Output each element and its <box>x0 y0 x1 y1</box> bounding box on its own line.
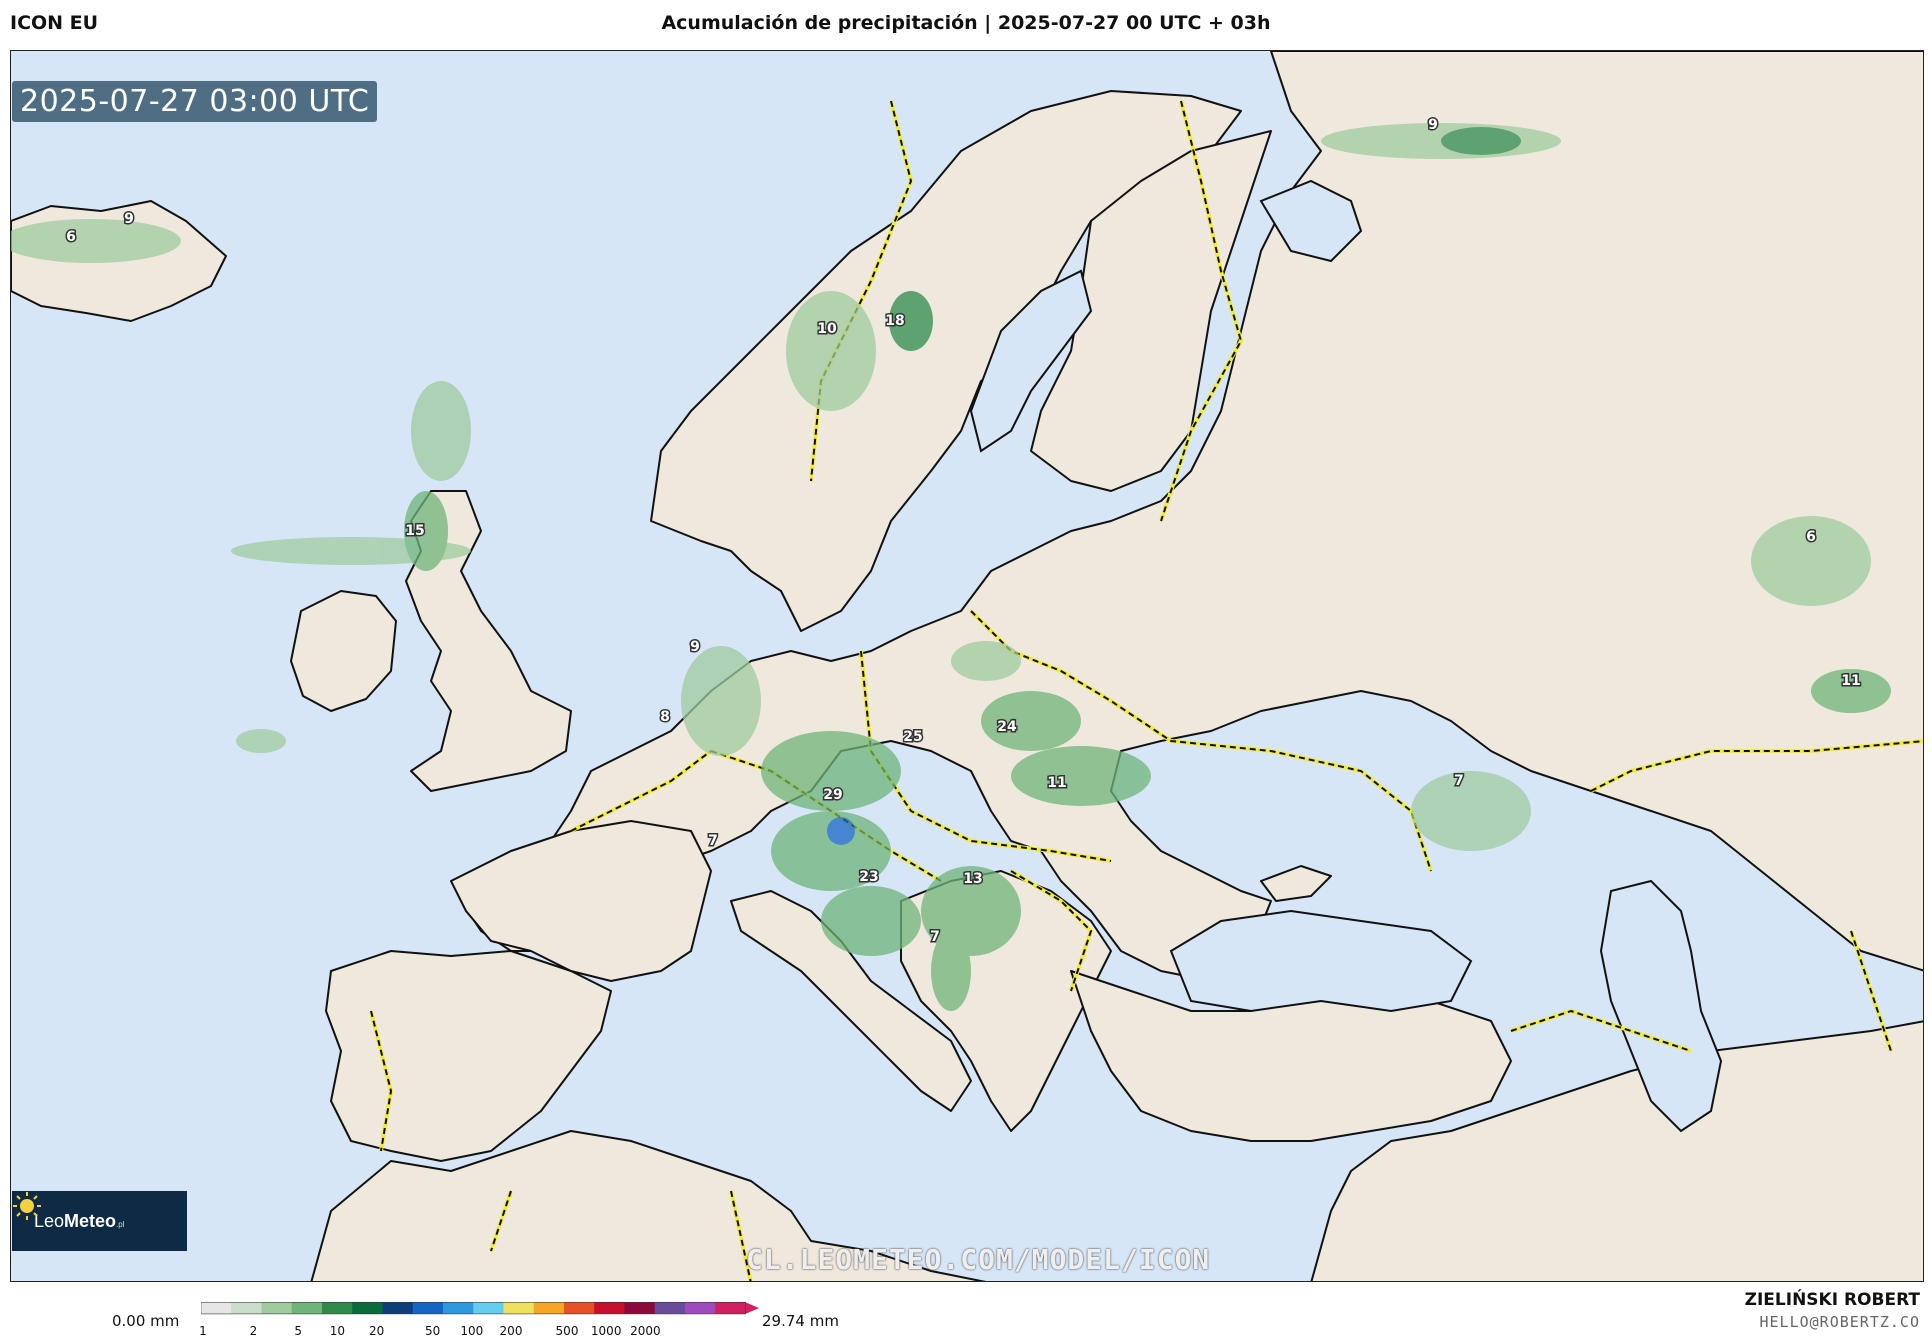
precip-label: 29 <box>823 787 842 803</box>
precip-label: 6 <box>1806 529 1816 545</box>
map-canvas: 6 9 9 10 18 15 9 8 25 24 29 11 7 23 13 7… <box>11 51 1923 1281</box>
colorbar-tick-label: 1000 <box>590 1324 622 1338</box>
precip-label: 15 <box>405 523 424 539</box>
colorbar-tick-label: 10 <box>329 1324 346 1338</box>
precip-label: 8 <box>660 709 670 725</box>
colorbar-segment <box>563 1302 595 1314</box>
legend-max-value: 29.74 mm <box>762 1312 839 1330</box>
legend-min-value: 0.00 mm <box>112 1312 180 1330</box>
colorbar-segment <box>352 1302 383 1314</box>
precip-label: 25 <box>903 729 922 745</box>
colorbar-tick-label: 2 <box>249 1324 258 1338</box>
precipitation-map[interactable]: 6 9 9 10 18 15 9 8 25 24 29 11 7 23 13 7… <box>10 50 1924 1282</box>
precip-label: 7 <box>1454 773 1464 789</box>
watermark-url: CL.LEOMETEO.COM/MODEL/ICON <box>746 1243 1211 1276</box>
colorbar-segment <box>594 1302 625 1314</box>
colorbar-segment <box>201 1302 232 1314</box>
colorbar-segment <box>412 1302 444 1314</box>
colorbar-tick-label: 2000 <box>630 1324 661 1338</box>
colorbar-segment <box>321 1302 353 1314</box>
colorbar-segment <box>684 1302 716 1314</box>
valid-time-badge: 2025-07-27 03:00 UTC <box>12 81 378 122</box>
sun-icon <box>13 1192 41 1220</box>
precip-label: 13 <box>963 871 982 887</box>
colorbar-segment <box>442 1302 474 1314</box>
colorbar-segment <box>473 1302 504 1314</box>
colorbar-extend-arrow <box>745 1302 760 1314</box>
colorbar-tick-label: 500 <box>555 1324 579 1338</box>
colorbar-tick-label: 1 <box>199 1324 207 1338</box>
colorbar <box>201 1302 760 1315</box>
author-name: ZIELIŃSKI ROBERT <box>1744 1290 1920 1310</box>
precip-label: 24 <box>997 719 1017 735</box>
colorbar-segment <box>624 1302 656 1314</box>
colorbar-tick-label: 100 <box>460 1324 484 1338</box>
precip-label: 18 <box>885 313 904 329</box>
colorbar-segment <box>715 1302 746 1314</box>
colorbar-tick-label: 20 <box>368 1324 385 1338</box>
colorbar-segment <box>533 1302 565 1314</box>
colorbar-tick-label: 50 <box>424 1324 441 1338</box>
precip-label: 9 <box>1428 117 1438 133</box>
leometeo-logo[interactable]: LeoMeteo.pl <box>12 1191 187 1251</box>
precip-label: 7 <box>930 929 940 945</box>
precip-label: 6 <box>66 229 76 245</box>
colorbar-segment <box>503 1302 535 1314</box>
precip-label: 11 <box>1841 673 1860 689</box>
precip-label: 10 <box>817 321 837 337</box>
precip-label: 11 <box>1047 775 1066 791</box>
precip-label: 9 <box>690 639 700 655</box>
colorbar-segment <box>654 1302 686 1314</box>
logo-text: LeoMeteo.pl <box>34 1210 125 1231</box>
map-title: Acumulación de precipitación | 2025-07-2… <box>661 12 1271 34</box>
colorbar-segment <box>231 1302 262 1314</box>
colorbar-tick-label: 200 <box>499 1324 523 1338</box>
author-email[interactable]: HELLO@ROBERTZ.CO <box>1760 1313 1921 1331</box>
colorbar-tick-label: 5 <box>294 1324 303 1338</box>
colorbar-segment <box>382 1302 414 1314</box>
precip-label: 9 <box>124 211 134 227</box>
colorbar-segment <box>291 1302 323 1314</box>
precip-label: 23 <box>859 869 878 885</box>
colorbar-segment <box>261 1302 293 1314</box>
precip-label: 7 <box>708 833 718 849</box>
